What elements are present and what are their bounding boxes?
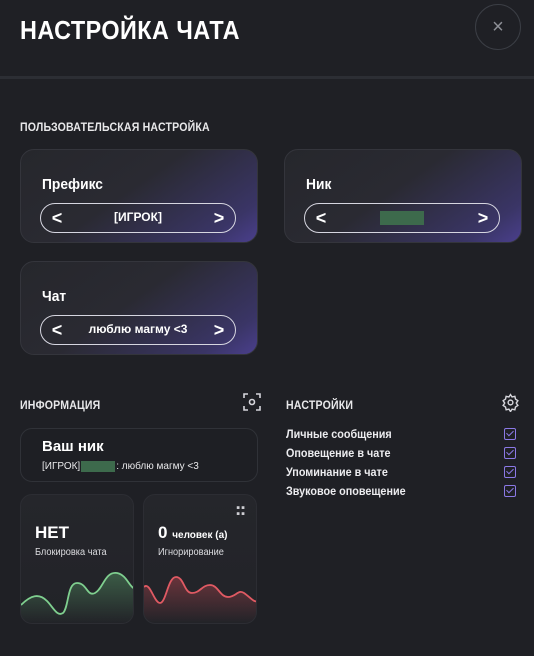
setting-label: Упоминание в чате: [286, 465, 388, 479]
header-divider: [0, 76, 534, 79]
green-wave-graphic: [21, 572, 133, 623]
chat-block-value: НЕТ: [35, 523, 69, 542]
settings-title: НАСТРОЙКИ: [286, 398, 354, 412]
nick-value: [305, 210, 499, 225]
redacted-nick: [380, 210, 424, 225]
chat-selector: < люблю магму <3 >: [40, 315, 236, 345]
checkbox-checked-icon[interactable]: [504, 466, 516, 478]
setting-chat-mention[interactable]: Упоминание в чате: [286, 465, 520, 484]
ignore-value: 0 человек (а): [158, 523, 227, 543]
prefix-label: Префикс: [42, 176, 103, 193]
nick-next-button[interactable]: >: [473, 207, 493, 229]
nick-preview-message: : люблю магму <3: [116, 461, 199, 473]
user-settings-title: ПОЛЬЗОВАТЕЛЬСКАЯ НАСТРОЙКА: [20, 120, 210, 134]
prefix-card: Префикс < [ИГРОК] >: [20, 149, 258, 243]
checkbox-checked-icon[interactable]: [504, 428, 516, 440]
nick-selector: < >: [304, 203, 500, 233]
settings-list: Личные сообщения Оповещение в чате Упоми…: [286, 427, 520, 503]
nick-preview-prefix: [ИГРОК]: [42, 461, 81, 473]
redacted-nick-preview: [81, 461, 116, 472]
chat-label: Чат: [42, 288, 67, 305]
prefix-selector: < [ИГРОК] >: [40, 203, 236, 233]
close-icon: ×: [492, 15, 504, 38]
gear-icon[interactable]: [501, 393, 520, 417]
setting-label: Звуковое оповещение: [286, 484, 406, 498]
prefix-value: [ИГРОК]: [114, 210, 162, 224]
ignore-stat: ▪▪ ▪▪ 0 человек (а) Игнорирование: [143, 494, 257, 624]
ignore-count: 0: [158, 523, 168, 542]
close-button[interactable]: ×: [475, 4, 521, 50]
checkbox-checked-icon[interactable]: [504, 485, 516, 497]
chat-block-label: Блокировка чата: [35, 547, 107, 558]
ignore-unit: человек (а): [172, 530, 228, 541]
red-wave-graphic: [144, 576, 256, 623]
setting-sound-notification[interactable]: Звуковое оповещение: [286, 484, 520, 503]
prefix-next-button[interactable]: >: [209, 207, 229, 229]
setting-chat-notification[interactable]: Оповещение в чате: [286, 446, 520, 465]
screenshot-icon[interactable]: [243, 393, 261, 416]
info-title: ИНФОРМАЦИЯ: [20, 398, 101, 412]
nick-label: Ник: [306, 176, 332, 193]
grid-dots-icon[interactable]: ▪▪ ▪▪: [236, 503, 246, 520]
header: НАСТРОЙКА ЧАТА ×: [0, 0, 534, 76]
chat-next-button[interactable]: >: [209, 319, 229, 341]
nick-info-title: Ваш ник: [42, 438, 104, 455]
chat-card: Чат < люблю магму <3 >: [20, 261, 258, 355]
page-title: НАСТРОЙКА ЧАТА: [20, 15, 241, 45]
nick-info-box: Ваш ник [ИГРОК] : люблю магму <3: [20, 428, 258, 482]
ignore-label: Игнорирование: [158, 547, 224, 558]
setting-label: Личные сообщения: [286, 427, 392, 441]
setting-private-messages[interactable]: Личные сообщения: [286, 427, 520, 446]
chat-value: люблю магму <3: [88, 322, 188, 336]
setting-label: Оповещение в чате: [286, 446, 391, 460]
checkbox-checked-icon[interactable]: [504, 447, 516, 459]
chat-block-stat: НЕТ Блокировка чата: [20, 494, 134, 624]
nick-card: Ник < >: [284, 149, 522, 243]
nick-preview: [ИГРОК] : люблю магму <3: [42, 461, 199, 472]
